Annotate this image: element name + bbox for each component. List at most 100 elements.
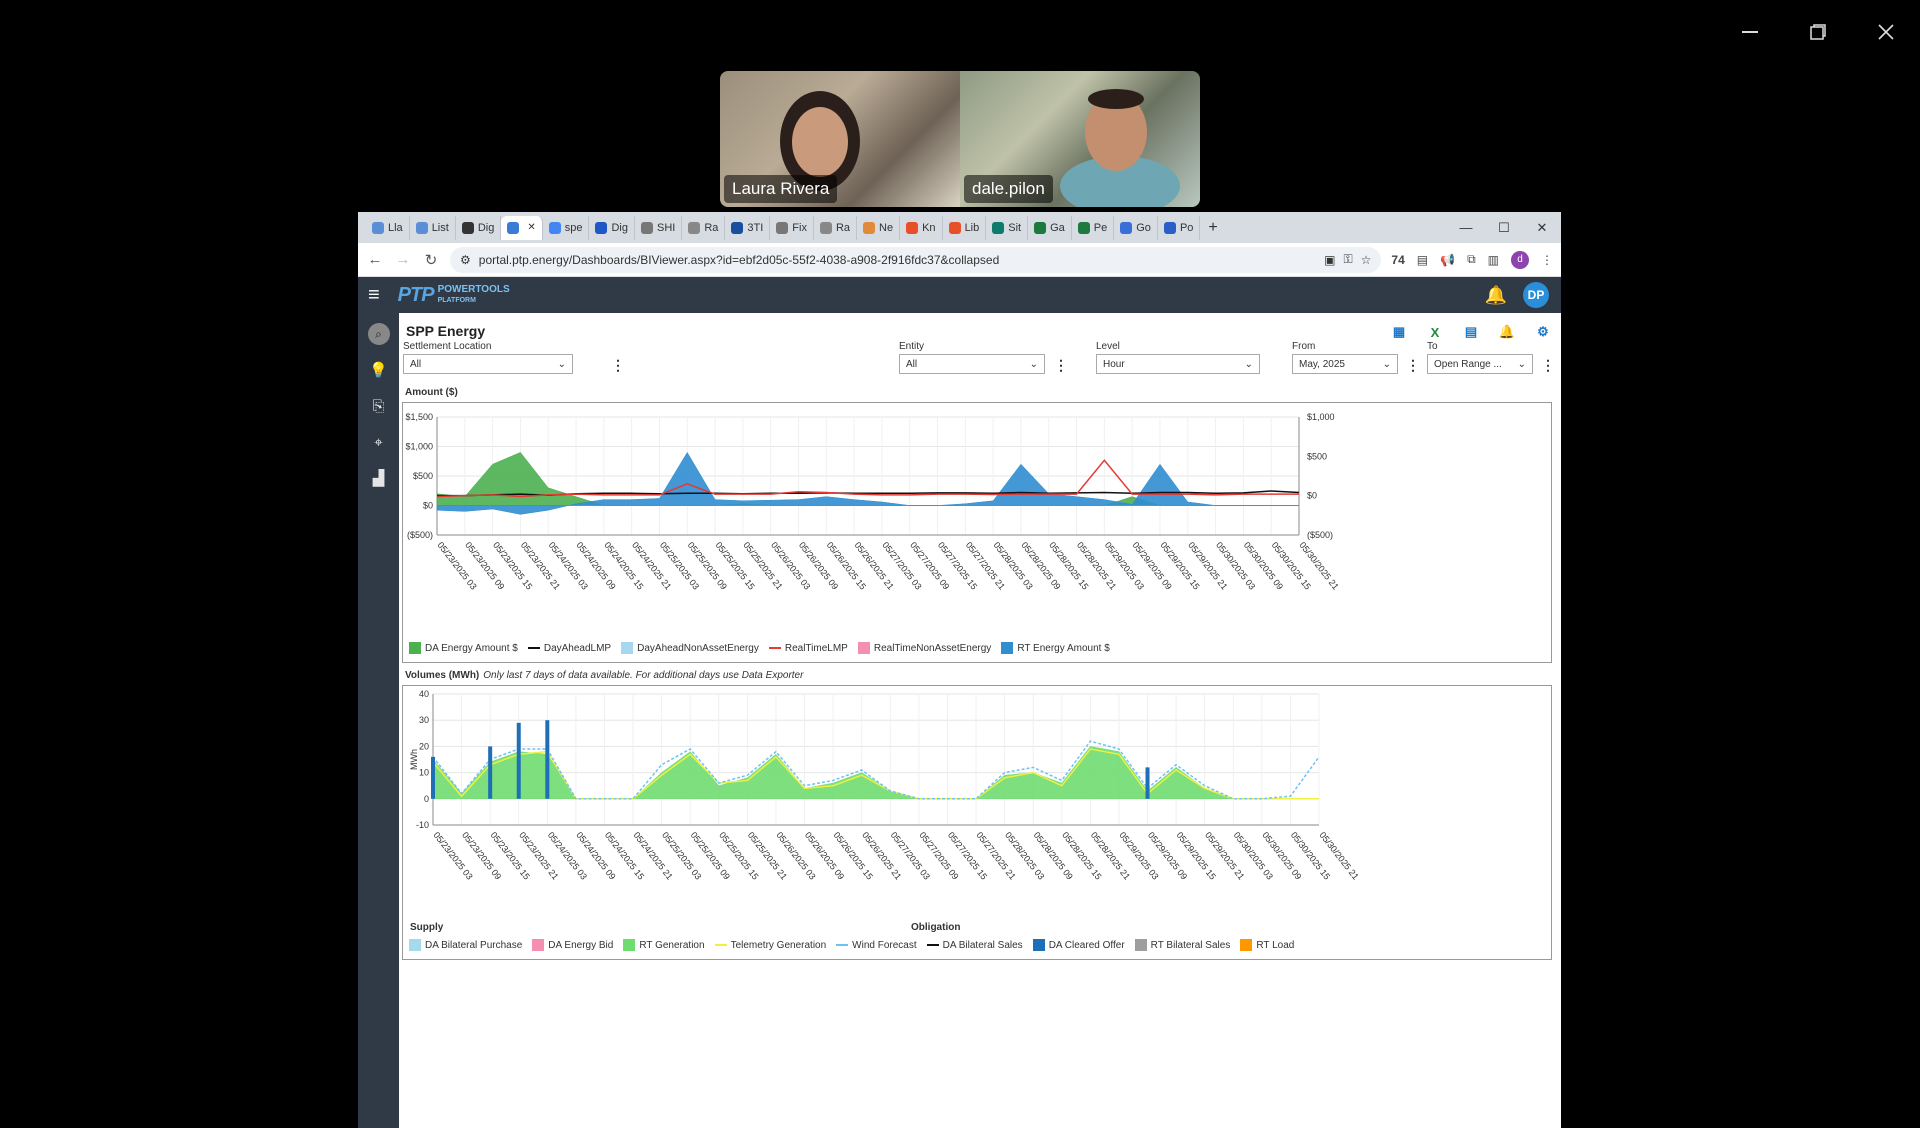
- browser-tab[interactable]: Pe: [1072, 215, 1115, 240]
- legend-item[interactable]: DA Bilateral Purchase: [409, 939, 522, 951]
- cast-icon[interactable]: ▣: [1324, 253, 1335, 267]
- participant-tile[interactable]: dale.pilon: [960, 71, 1200, 207]
- y2-tick-label: $1,000: [1307, 412, 1335, 422]
- from-select[interactable]: May, 2025 ⌄: [1292, 354, 1398, 374]
- browser-tab[interactable]: Ra: [814, 215, 858, 240]
- browser-tab[interactable]: List: [410, 215, 456, 240]
- megaphone-icon[interactable]: 📢: [1440, 253, 1455, 267]
- key-icon[interactable]: ⚿: [1344, 252, 1353, 267]
- excel-export-icon[interactable]: X: [1423, 321, 1447, 343]
- participant-tile[interactable]: Laura Rivera: [720, 71, 960, 207]
- from-menu-icon[interactable]: ⋮: [1406, 357, 1420, 374]
- settlement-menu-icon[interactable]: ⋮: [611, 357, 625, 374]
- grid-view-icon[interactable]: ▦: [1387, 321, 1411, 343]
- browser-tab[interactable]: Lla: [366, 215, 410, 240]
- browser-maximize-icon[interactable]: ☐: [1485, 212, 1523, 243]
- ptp-logo[interactable]: PTP POWERTOOLS PLATFORM: [398, 284, 510, 307]
- browser-tab[interactable]: Ra: [682, 215, 726, 240]
- volumes-section-label: Volumes (MWh) Only last 7 days of data av…: [405, 670, 804, 681]
- browser-tab[interactable]: Po: [1158, 215, 1201, 240]
- legend-item[interactable]: RT Energy Amount $: [1001, 642, 1110, 654]
- browser-tab[interactable]: Go: [1114, 215, 1158, 240]
- tab-close-icon[interactable]: ✕: [527, 222, 535, 233]
- legend-item[interactable]: RealTimeNonAssetEnergy: [857, 642, 991, 654]
- legend-item[interactable]: RT Generation: [623, 939, 705, 951]
- reload-icon[interactable]: ↻: [422, 251, 440, 269]
- area-chart-icon[interactable]: ▟: [368, 467, 390, 489]
- browser-tab[interactable]: Sit: [986, 215, 1029, 240]
- level-select[interactable]: Hour ⌄: [1096, 354, 1260, 374]
- legend-item[interactable]: Wind Forecast: [836, 940, 917, 951]
- extension-icon[interactable]: ▤: [1417, 253, 1428, 267]
- settlement-location-select[interactable]: All ⌄: [403, 354, 573, 374]
- left-sidebar: ⌕ 💡 ⎘ ⌖ ▟: [358, 313, 399, 1128]
- browser-tab[interactable]: ✕: [501, 215, 543, 240]
- browser-tab[interactable]: spe: [543, 215, 590, 240]
- legend-item[interactable]: DA Cleared Offer: [1032, 939, 1125, 951]
- location-pin-icon[interactable]: ⌖: [368, 431, 390, 453]
- settings-gears-icon[interactable]: ⚙: [1531, 321, 1555, 343]
- browser-tab[interactable]: Fix: [770, 215, 814, 240]
- browser-tab[interactable]: Kn: [900, 215, 943, 240]
- restore-icon[interactable]: [1804, 18, 1832, 46]
- search-icon[interactable]: ⌕: [367, 323, 390, 345]
- legend-item[interactable]: RT Load: [1240, 939, 1294, 951]
- tab-favicon-icon: [776, 221, 789, 234]
- browser-tab[interactable]: SHI: [635, 215, 683, 240]
- chevron-down-icon: ⌄: [1382, 358, 1391, 370]
- legend-item[interactable]: DayAheadNonAssetEnergy: [621, 642, 759, 654]
- legend-item[interactable]: DA Energy Amount $: [409, 642, 518, 654]
- browser-tab[interactable]: Ga: [1028, 215, 1072, 240]
- legend-item[interactable]: RealTimeLMP: [768, 643, 848, 654]
- volumes-chart-panel: -10 0 10 20 30 40 05/23/2025 03 05/23/2025 09 05…: [402, 685, 1552, 960]
- amount-chart[interactable]: ($500) $0 $500 $1,000 $1,500 ($500) $0 $500 $1,0…: [403, 403, 1551, 662]
- browser-tab[interactable]: Ne: [857, 215, 901, 240]
- legend-item[interactable]: DA Energy Bid: [532, 939, 613, 951]
- url-field[interactable]: ⚙ portal.ptp.energy/Dashboards/BIViewer.…: [450, 246, 1382, 273]
- legend-item[interactable]: Telemetry Generation: [714, 940, 826, 951]
- volumes-chart[interactable]: -1001020304005/23/2025 0305/23/2025 0905…: [403, 686, 1551, 921]
- lightbulb-icon[interactable]: 💡: [368, 359, 390, 381]
- puzzle-icon[interactable]: ⧉: [1467, 252, 1476, 267]
- browser-close-icon[interactable]: ✕: [1523, 212, 1561, 243]
- site-info-icon[interactable]: ⚙: [460, 253, 471, 267]
- forward-icon[interactable]: →: [394, 251, 412, 268]
- back-icon[interactable]: ←: [366, 251, 384, 268]
- user-avatar[interactable]: DP: [1523, 282, 1549, 308]
- entity-menu-icon[interactable]: ⋮: [1054, 357, 1068, 374]
- legend-swatch: [409, 642, 421, 654]
- to-select[interactable]: Open Range ... ⌄: [1427, 354, 1533, 374]
- notifications-bell-icon[interactable]: 🔔: [1485, 285, 1507, 306]
- legend-item[interactable]: DayAheadLMP: [527, 643, 611, 654]
- tab-label: Ra: [835, 221, 851, 234]
- legend-label: RT Load: [1256, 939, 1295, 951]
- browser-tab[interactable]: Dig: [456, 215, 502, 240]
- minimize-icon[interactable]: [1736, 18, 1764, 46]
- extension-badge[interactable]: 74: [1391, 253, 1404, 267]
- y-tick-label: $0: [423, 501, 433, 511]
- hamburger-menu-icon[interactable]: ≡: [368, 284, 380, 307]
- tab-favicon-icon: [1120, 221, 1133, 234]
- bookmark-star-icon[interactable]: ☆: [1361, 253, 1372, 267]
- to-menu-icon[interactable]: ⋮: [1541, 357, 1555, 374]
- csv-export-icon[interactable]: ▤: [1459, 321, 1483, 343]
- alert-bell-icon[interactable]: 🔔: [1495, 321, 1519, 343]
- browser-tab[interactable]: 3TI: [725, 215, 771, 240]
- new-tab-button[interactable]: +: [1200, 219, 1225, 237]
- browser-tab[interactable]: Lib: [943, 215, 987, 240]
- tab-favicon-icon: [1077, 221, 1090, 234]
- profile-avatar[interactable]: d: [1511, 250, 1529, 269]
- tab-label: Go: [1136, 221, 1151, 234]
- legend-label: DA Bilateral Sales: [942, 939, 1023, 951]
- legend-item[interactable]: DA Bilateral Sales: [926, 939, 1023, 951]
- browser-minimize-icon[interactable]: —: [1447, 212, 1485, 243]
- y-tick-label: $500: [413, 471, 433, 481]
- close-icon[interactable]: [1872, 18, 1900, 46]
- y-tick-label: $1,000: [405, 442, 433, 452]
- export-file-icon[interactable]: ⎘: [368, 395, 390, 417]
- browser-tab[interactable]: Dig: [589, 215, 635, 240]
- entity-select[interactable]: All ⌄: [899, 354, 1045, 374]
- browser-menu-icon[interactable]: ⋮: [1541, 253, 1553, 267]
- legend-item[interactable]: RT Bilateral Sales: [1134, 939, 1230, 951]
- sidebar-icon[interactable]: ▥: [1488, 253, 1499, 267]
